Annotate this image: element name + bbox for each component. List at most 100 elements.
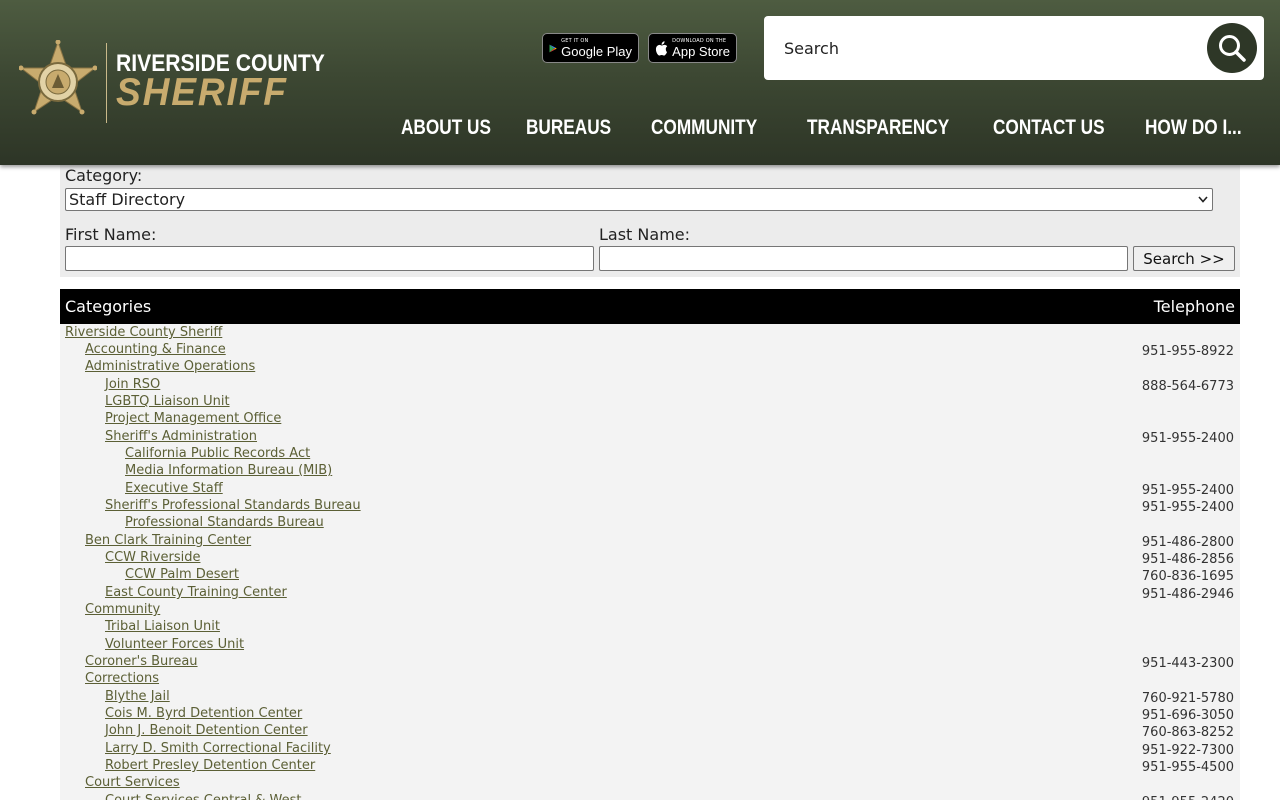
table-row: Blythe Jail 760-921-5780 <box>60 689 1240 706</box>
directory-entry-phone: 951-955-8922 <box>1141 344 1234 359</box>
directory-entry-link[interactable]: East County Training Center <box>105 585 287 600</box>
directory-entry-link[interactable]: CCW Palm Desert <box>125 567 239 582</box>
directory-entry-link[interactable]: Larry D. Smith Correctional Facility <box>105 741 331 756</box>
table-row: Court Services <box>60 775 1240 792</box>
directory-entry-link[interactable]: Accounting & Finance <box>85 342 226 357</box>
app-store-button[interactable]: Download on the App Store <box>648 33 737 63</box>
directory-entry-phone: 951-696-3050 <box>1141 708 1234 723</box>
last-name-input[interactable] <box>599 246 1128 271</box>
table-row: East County Training Center 951-486-2946 <box>60 585 1240 602</box>
last-name-label: Last Name: <box>599 225 691 244</box>
directory-entry-phone: 760-921-5780 <box>1141 691 1234 706</box>
nav-how-do-i[interactable]: HOW DO I... <box>1145 116 1242 144</box>
directory-entry-link[interactable]: Project Management Office <box>105 411 281 426</box>
directory-entry-link[interactable]: Cois M. Byrd Detention Center <box>105 706 302 721</box>
google-play-icon <box>549 44 557 52</box>
directory-entry-link[interactable]: Sheriff's Professional Standards Bureau <box>105 498 361 513</box>
table-row: Executive Staff 951-955-2400 <box>60 481 1240 498</box>
google-play-button[interactable]: GET IT ON Google Play <box>542 33 639 63</box>
table-row: Ben Clark Training Center 951-486-2800 <box>60 533 1240 550</box>
directory-entry-link[interactable]: Tribal Liaison Unit <box>105 619 220 634</box>
table-row: Tribal Liaison Unit <box>60 619 1240 636</box>
table-row: Larry D. Smith Correctional Facility 951-… <box>60 741 1240 758</box>
table-row: California Public Records Act <box>60 446 1240 463</box>
directory-entry-phone: 760-836-1695 <box>1141 569 1234 584</box>
directory-entry-phone: 760-863-8252 <box>1141 725 1234 740</box>
directory-entry-link[interactable]: LGBTQ Liaison Unit <box>105 394 230 409</box>
first-name-input[interactable] <box>65 246 594 271</box>
directory-entry-link[interactable]: Administrative Operations <box>85 359 255 374</box>
directory-entry-phone: 951-486-2946 <box>1141 587 1234 602</box>
google-play-small-text: GET IT ON <box>561 37 589 44</box>
directory-entry-link[interactable]: Join RSO <box>105 377 160 392</box>
site-header: RIVERSIDE COUNTY SHERIFF GET IT ON Googl… <box>0 0 1280 165</box>
directory-table-header: Categories Telephone <box>60 289 1240 324</box>
nav-contact-us[interactable]: CONTACT US <box>993 116 1105 144</box>
category-label: Category: <box>65 166 143 185</box>
site-search-button[interactable] <box>1207 23 1257 73</box>
column-categories: Categories <box>65 297 152 316</box>
logo-divider <box>106 43 107 123</box>
directory-entry-phone: 951-486-2800 <box>1141 535 1234 550</box>
directory-table-body: Riverside County Sheriff Accounting & Fin… <box>60 324 1240 800</box>
first-name-label: First Name: <box>65 225 157 244</box>
directory-entry-link[interactable]: Riverside County Sheriff <box>65 325 222 340</box>
directory-entry-link[interactable]: Sheriff's Administration <box>105 429 257 444</box>
directory-entry-link[interactable]: Robert Presley Detention Center <box>105 758 315 773</box>
table-row: Cois M. Byrd Detention Center 951-696-305… <box>60 706 1240 723</box>
directory-entry-link[interactable]: Executive Staff <box>125 481 223 496</box>
table-row: CCW Riverside 951-486-2856 <box>60 550 1240 567</box>
directory-entry-link[interactable]: Court Services Central & West <box>105 793 302 800</box>
column-telephone: Telephone <box>1153 297 1235 316</box>
table-row: Administrative Operations <box>60 359 1240 376</box>
directory-entry-phone: 951-443-2300 <box>1141 656 1234 671</box>
directory-entry-phone: 951-955-2400 <box>1141 500 1234 515</box>
site-search <box>764 16 1264 80</box>
directory-search-button[interactable]: Search >> <box>1133 246 1235 271</box>
directory-entry-link[interactable]: John J. Benoit Detention Center <box>105 723 308 738</box>
table-row: Professional Standards Bureau <box>60 515 1240 532</box>
table-row: Sheriff's Professional Standards Bureau 9… <box>60 498 1240 515</box>
logo-sheriff-text[interactable]: SHERIFF <box>116 73 288 112</box>
directory-entry-phone: 951-922-7300 <box>1141 743 1234 758</box>
sheriff-badge-icon[interactable] <box>19 40 97 128</box>
app-store-label: App Store <box>672 43 730 59</box>
directory-entry-phone: 951-486-2856 <box>1141 552 1234 567</box>
nav-community[interactable]: COMMUNITY <box>651 116 757 144</box>
table-row: Corrections <box>60 671 1240 688</box>
table-row: Community <box>60 602 1240 619</box>
table-row: CCW Palm Desert 760-836-1695 <box>60 567 1240 584</box>
directory-entry-link[interactable]: Volunteer Forces Unit <box>105 637 244 652</box>
table-row: Project Management Office <box>60 411 1240 428</box>
directory-entry-phone: 951-955-2420 <box>1142 795 1234 800</box>
site-search-input[interactable] <box>764 16 1204 80</box>
directory-entry-phone: 888-564-6773 <box>1141 379 1234 394</box>
google-play-label: Google Play <box>561 43 632 59</box>
directory-entry-link[interactable]: Professional Standards Bureau <box>125 515 324 530</box>
directory-entry-link[interactable]: Coroner's Bureau <box>85 654 198 669</box>
directory-entry-link[interactable]: Blythe Jail <box>105 689 170 704</box>
category-selected-value: Staff Directory <box>69 190 186 209</box>
directory-entry-link[interactable]: Ben Clark Training Center <box>85 533 251 548</box>
table-row: Join RSO 888-564-6773 <box>60 377 1240 394</box>
table-row: Robert Presley Detention Center 951-955-4… <box>60 758 1240 775</box>
directory-entry-link[interactable]: Corrections <box>85 671 159 686</box>
table-row: Riverside County Sheriff <box>60 325 1240 342</box>
directory-entry-phone: 951-955-2400 <box>1141 431 1234 446</box>
apple-icon <box>655 40 668 56</box>
category-select[interactable]: Staff Directory <box>65 188 1213 211</box>
directory-entry-link[interactable]: Community <box>85 602 160 617</box>
table-row: Sheriff's Administration 951-955-2400 <box>60 429 1240 446</box>
nav-about-us[interactable]: ABOUT US <box>401 116 491 144</box>
table-row: Accounting & Finance 951-955-8922 <box>60 342 1240 359</box>
app-store-small-text: Download on the <box>672 37 727 44</box>
directory-entry-link[interactable]: California Public Records Act <box>125 446 310 461</box>
directory-entry-link[interactable]: Media Information Bureau (MIB) <box>125 463 332 478</box>
directory-entry-phone: 951-955-4500 <box>1141 760 1234 775</box>
chevron-down-icon <box>1198 196 1208 203</box>
nav-bureaus[interactable]: BUREAUS <box>526 116 611 144</box>
directory-entry-link[interactable]: CCW Riverside <box>105 550 200 565</box>
table-row: LGBTQ Liaison Unit <box>60 394 1240 411</box>
directory-entry-link[interactable]: Court Services <box>85 775 180 790</box>
nav-transparency[interactable]: TRANSPARENCY <box>807 116 949 144</box>
